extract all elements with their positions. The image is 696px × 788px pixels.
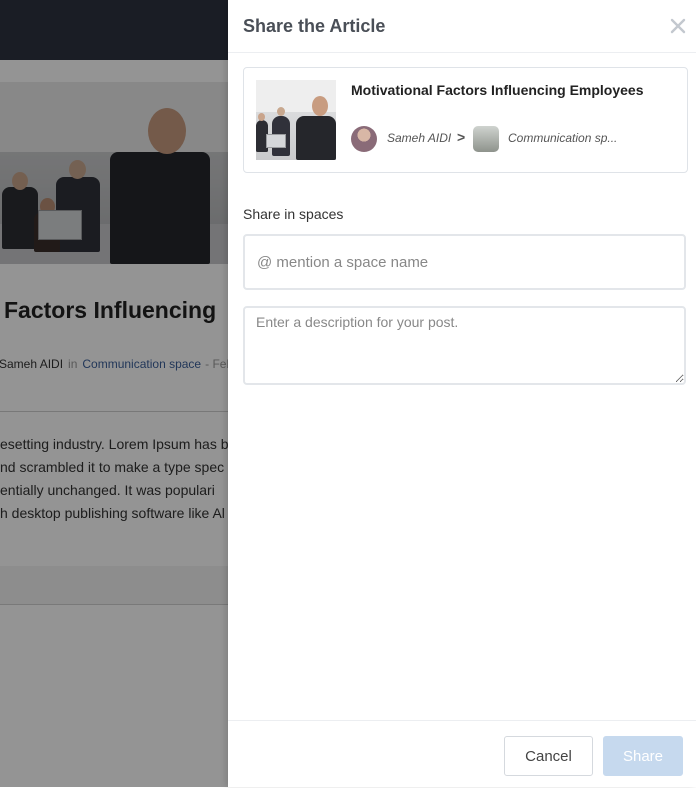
article-preview-space: Communication sp... — [508, 131, 618, 145]
post-description-field[interactable] — [243, 306, 686, 385]
cancel-button[interactable]: Cancel — [504, 736, 593, 776]
modal-backdrop[interactable] — [0, 0, 228, 787]
share-article-drawer: Share the Article Motivational Factors I… — [228, 0, 696, 787]
article-preview-meta: Sameh AIDI > Communication sp... — [351, 126, 681, 152]
article-preview-card: Motivational Factors Influencing Employe… — [243, 67, 688, 173]
article-preview-title: Motivational Factors Influencing Employe… — [351, 82, 644, 98]
space-avatar — [473, 126, 499, 152]
mention-space-input[interactable] — [243, 234, 686, 290]
chevron-right-icon: > — [457, 129, 466, 145]
drawer-header: Share the Article — [228, 0, 696, 53]
author-avatar — [351, 126, 377, 152]
close-icon[interactable] — [668, 16, 688, 36]
share-in-spaces-label: Share in spaces — [243, 206, 344, 222]
article-preview-author: Sameh AIDI — [387, 131, 452, 145]
drawer-title: Share the Article — [243, 16, 386, 36]
article-thumbnail — [256, 80, 336, 160]
drawer-footer: Cancel Share — [228, 720, 696, 788]
share-button[interactable]: Share — [603, 736, 683, 776]
